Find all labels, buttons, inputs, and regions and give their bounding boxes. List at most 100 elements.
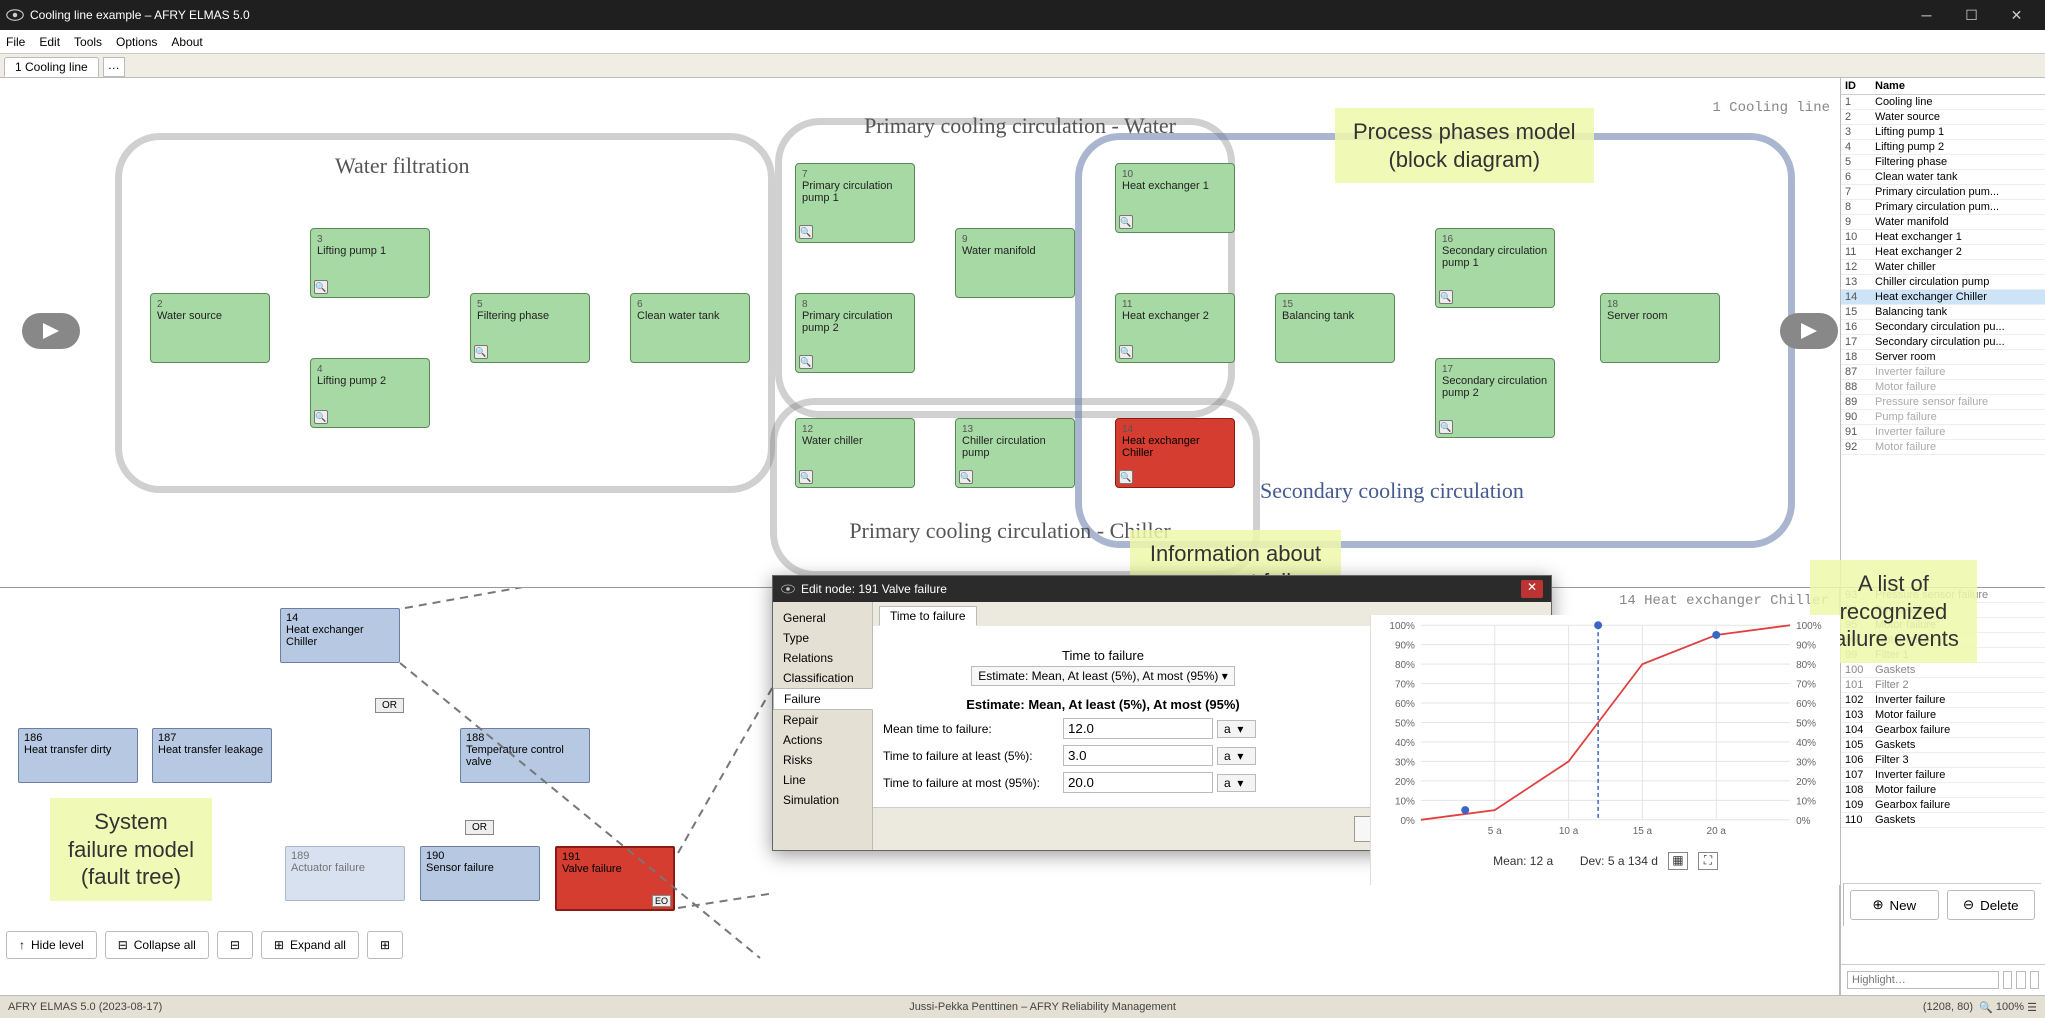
tree-row[interactable]: 12Water chiller [1841,260,2045,275]
magnify-icon[interactable]: 🔍 [314,280,328,294]
estimate-select[interactable]: Estimate: Mean, At least (5%), At most (… [971,666,1234,686]
tree-row[interactable]: 3Lifting pump 1 [1841,125,2045,140]
ft-node-187[interactable]: 187Heat transfer leakage [152,728,272,783]
nav-type[interactable]: Type [773,628,872,648]
event-row[interactable]: 110Gaskets [1841,813,2045,828]
nav-repair[interactable]: Repair [773,710,872,730]
highlight-opt-1[interactable] [2003,971,2012,989]
tree-row[interactable]: 11Heat exchanger 2 [1841,245,2045,260]
block-clean-water-tank[interactable]: 6Clean water tank [630,293,750,363]
event-row[interactable]: 107Inverter failure [1841,768,2045,783]
magnify-icon[interactable]: 🔍 [799,470,813,484]
block-chiller-circ-pump[interactable]: 13Chiller circulation pump🔍 [955,418,1075,488]
event-row[interactable]: 105Gaskets [1841,738,2045,753]
high-unit[interactable]: a ▾ [1217,774,1256,792]
nav-line[interactable]: Line [773,770,872,790]
menu-about[interactable]: About [171,35,202,49]
tree-row[interactable]: 13Chiller circulation pump [1841,275,2045,290]
expand-icon-button[interactable]: ⊞ [367,931,403,959]
ft-node-186[interactable]: 186Heat transfer dirty [18,728,138,783]
low-unit[interactable]: a ▾ [1217,747,1256,765]
event-row[interactable]: 102Inverter failure [1841,693,2045,708]
mttf-input[interactable] [1063,718,1213,739]
nav-actions[interactable]: Actions [773,730,872,750]
menu-tools[interactable]: Tools [74,35,102,49]
tree-row[interactable]: 89Pressure sensor failure [1841,395,2045,410]
collapse-icon-button[interactable]: ⊟ [217,931,253,959]
tab-overflow-button[interactable]: … [103,57,125,77]
magnify-icon[interactable]: 🔍 [314,410,328,424]
magnify-icon[interactable]: 🔍 [799,225,813,239]
event-row[interactable]: 103Motor failure [1841,708,2045,723]
status-zoom[interactable]: 100% [1996,1001,2024,1013]
tab-cooling-line[interactable]: 1 Cooling line [4,57,99,77]
collapse-all-button[interactable]: ⊟Collapse all [105,931,209,959]
ft-node-188[interactable]: 188Temperature control valve [460,728,590,783]
tree-row[interactable]: 10Heat exchanger 1 [1841,230,2045,245]
tree-row[interactable]: 1Cooling line [1841,95,2045,110]
nav-relations[interactable]: Relations [773,648,872,668]
ft-gate-or-top[interactable]: OR [375,698,404,713]
magnify-icon[interactable]: 🔍 [1439,290,1453,304]
menu-options[interactable]: Options [116,35,157,49]
block-diagram-canvas[interactable]: Water filtration Primary cooling circula… [0,78,1840,587]
nav-general[interactable]: General [773,608,872,628]
magnify-icon[interactable]: 🔍 [1439,420,1453,434]
tree-row[interactable]: 17Secondary circulation pu... [1841,335,2045,350]
block-primary-pump-2[interactable]: 8Primary circulation pump 2🔍 [795,293,915,373]
expand-all-button[interactable]: ⊞Expand all [261,931,359,959]
tree-row[interactable]: 90Pump failure [1841,410,2045,425]
tree-row[interactable]: 91Inverter failure [1841,425,2045,440]
delete-button[interactable]: ⊖Delete [1947,890,2036,920]
block-water-chiller[interactable]: 12Water chiller🔍 [795,418,915,488]
tree-row[interactable]: 5Filtering phase [1841,155,2045,170]
block-heat-exchanger-chiller[interactable]: 14Heat exchanger Chiller🔍 [1115,418,1235,488]
menu-file[interactable]: File [6,35,25,49]
nav-failure[interactable]: Failure [773,688,873,710]
grid-toggle-icon[interactable]: ▦ [1668,852,1688,870]
event-row[interactable]: 106Filter 3 [1841,753,2045,768]
fullscreen-icon[interactable]: ⛶ [1698,852,1718,870]
tree-col-name[interactable]: Name [1875,80,1905,92]
block-heat-exchanger-2[interactable]: 11Heat exchanger 2🔍 [1115,293,1235,363]
tree-row[interactable]: 2Water source [1841,110,2045,125]
zoom-icon[interactable]: 🔍 [1979,1001,1993,1014]
tree-row[interactable]: 6Clean water tank [1841,170,2045,185]
tree-row[interactable]: 87Inverter failure [1841,365,2045,380]
event-row[interactable]: 104Gearbox failure [1841,723,2045,738]
tree-row[interactable]: 18Server room [1841,350,2045,365]
nav-simulation[interactable]: Simulation [773,790,872,810]
event-row[interactable]: 100Gaskets [1841,663,2045,678]
ft-node-191[interactable]: 191Valve failure EO [555,846,675,911]
tree-row[interactable]: 9Water manifold [1841,215,2045,230]
tree-row[interactable]: 4Lifting pump 2 [1841,140,2045,155]
nav-risks[interactable]: Risks [773,750,872,770]
magnify-icon[interactable]: 🔍 [474,345,488,359]
block-water-manifold[interactable]: 9Water manifold [955,228,1075,298]
block-water-source[interactable]: 2Water source [150,293,270,363]
event-row[interactable]: 109Gearbox failure [1841,798,2045,813]
block-balancing-tank[interactable]: 15Balancing tank [1275,293,1395,363]
block-lifting-pump-1[interactable]: 3Lifting pump 1🔍 [310,228,430,298]
block-filtering-phase[interactable]: 5Filtering phase🔍 [470,293,590,363]
magnify-icon[interactable]: 🔍 [799,355,813,369]
dialog-close-button[interactable]: ✕ [1521,580,1543,598]
highlight-opt-2[interactable] [2016,971,2025,989]
tree-row[interactable]: 8Primary circulation pum... [1841,200,2045,215]
ft-node-189[interactable]: 189Actuator failure [285,846,405,901]
ft-node-190[interactable]: 190Sensor failure [420,846,540,901]
tree-row[interactable]: 15Balancing tank [1841,305,2045,320]
highlight-input[interactable] [1847,971,1999,989]
menu-edit[interactable]: Edit [39,35,60,49]
tree-row[interactable]: 16Secondary circulation pu... [1841,320,2045,335]
tree-row[interactable]: 7Primary circulation pum... [1841,185,2045,200]
nav-classification[interactable]: Classification [773,668,872,688]
new-button[interactable]: ⊕New [1850,890,1939,920]
block-secondary-pump-2[interactable]: 17Secondary circulation pump 2🔍 [1435,358,1555,438]
dialog-titlebar[interactable]: Edit node: 191 Valve failure ✕ [773,576,1551,602]
close-button[interactable]: ✕ [1994,0,2039,30]
tree-row[interactable]: 14Heat exchanger Chiller [1841,290,2045,305]
low-input[interactable] [1063,745,1213,766]
block-lifting-pump-2[interactable]: 4Lifting pump 2🔍 [310,358,430,428]
magnify-icon[interactable]: 🔍 [959,470,973,484]
